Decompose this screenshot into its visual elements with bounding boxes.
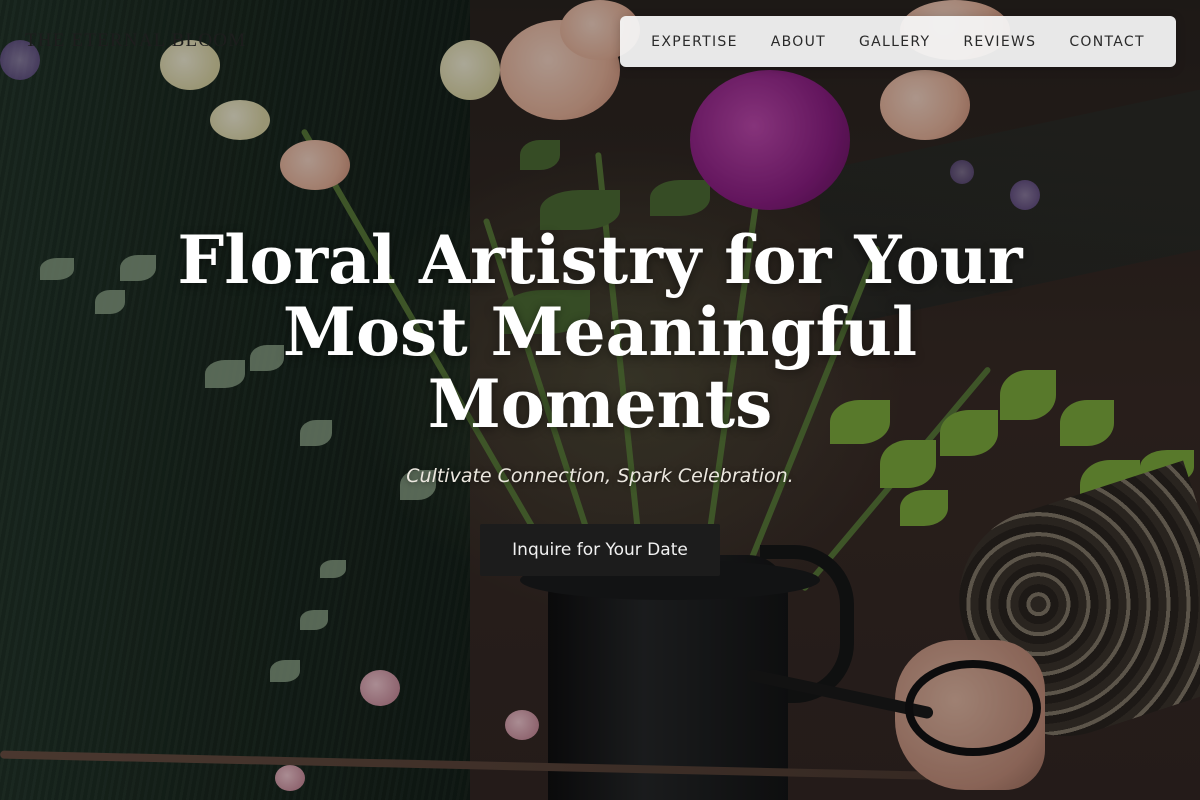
nav-link-gallery[interactable]: GALLERY — [859, 34, 930, 50]
inquire-button[interactable]: Inquire for Your Date — [480, 524, 720, 576]
nav-link-expertise[interactable]: EXPERTISE — [651, 34, 738, 50]
headline-line: Most Meaningful — [282, 293, 918, 371]
nav-link-about[interactable]: ABOUT — [771, 34, 826, 50]
hero-tagline: Cultivate Connection, Spark Celebration. — [406, 465, 794, 487]
headline-line: Floral Artistry for Your — [177, 221, 1023, 299]
main-navigation: EXPERTISE ABOUT GALLERY REVIEWS CONTACT — [620, 16, 1176, 67]
headline-line: Moments — [427, 365, 773, 443]
nav-link-contact[interactable]: CONTACT — [1069, 34, 1145, 50]
hero-headline: Floral Artistry for Your Most Meaningful… — [150, 224, 1050, 440]
hero-section: THE ETERNAL BLOOM EXPERTISE ABOUT GALLER… — [0, 0, 1200, 800]
site-logo[interactable]: THE ETERNAL BLOOM — [25, 30, 246, 52]
nav-link-reviews[interactable]: REVIEWS — [963, 34, 1036, 50]
